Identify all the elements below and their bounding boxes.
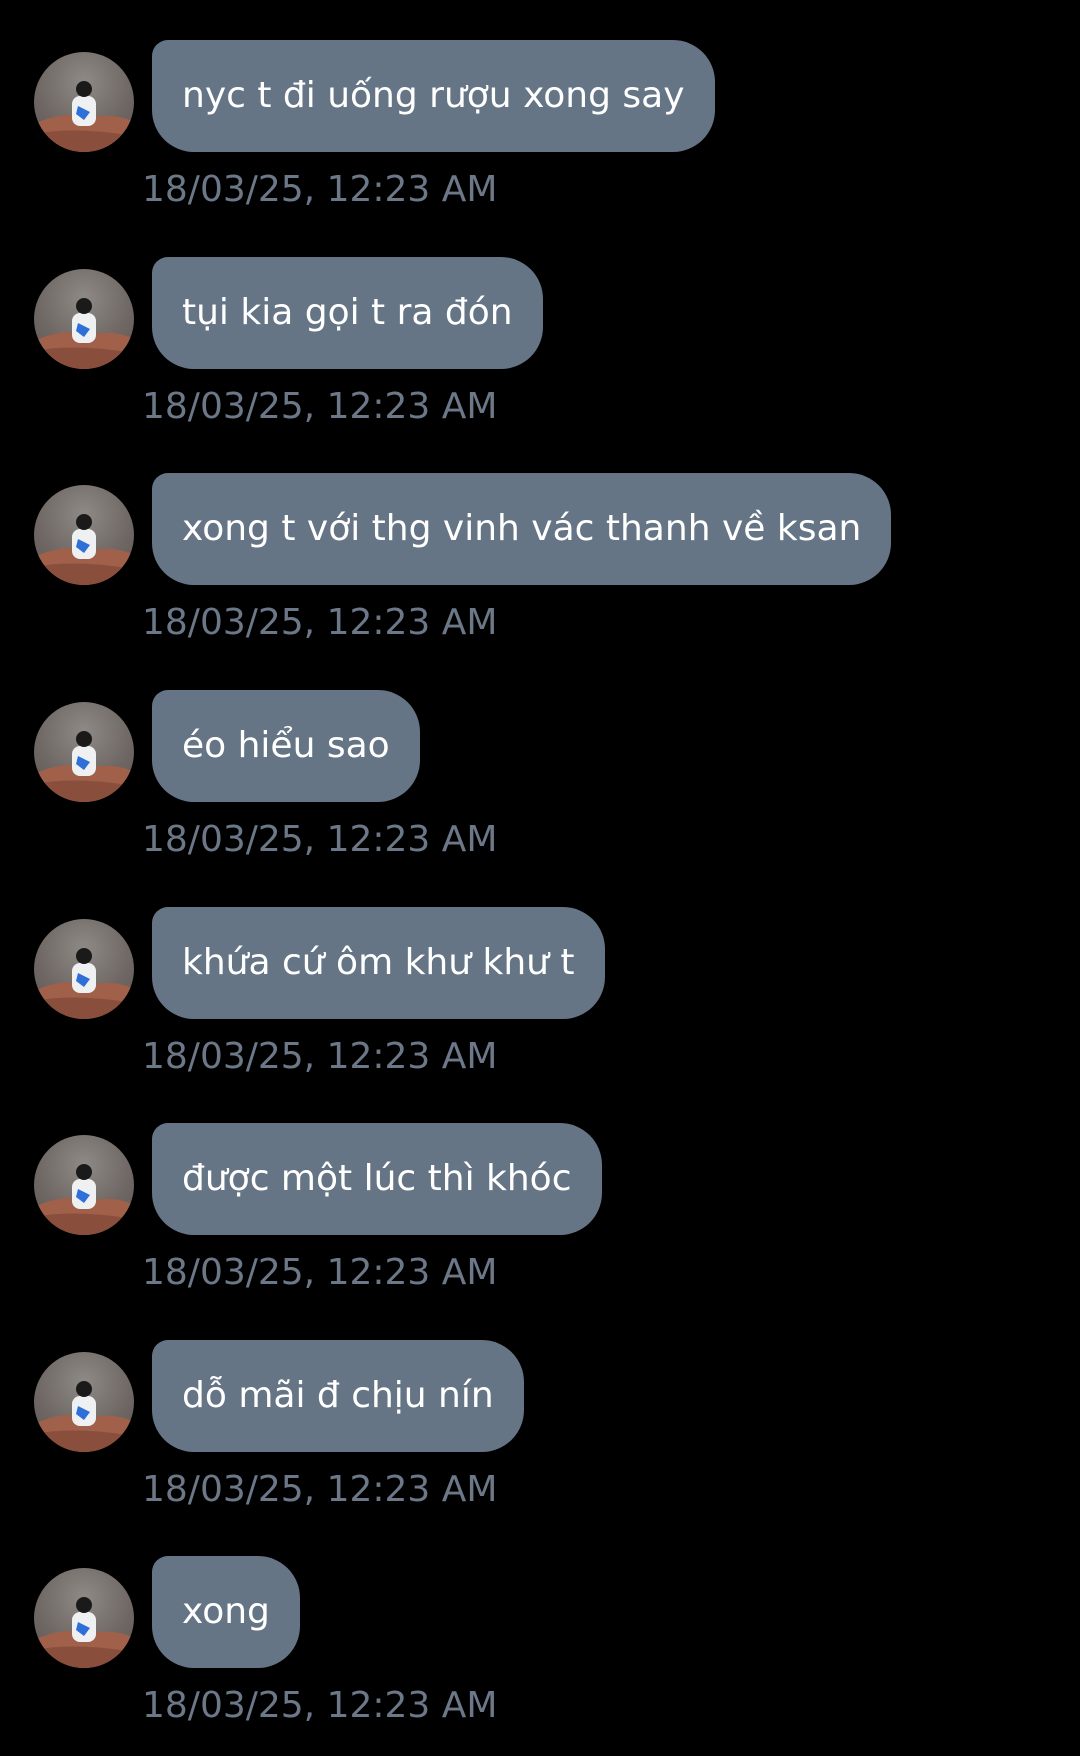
message-bubble[interactable]: dỗ mãi đ chịu nín — [152, 1340, 524, 1452]
user-avatar-icon — [34, 731, 134, 802]
avatar[interactable] — [34, 1135, 134, 1235]
message-timestamp: 18/03/25, 12:23 AM — [142, 819, 498, 860]
message-row: tụi kia gọi t ra đón 18/03/25, 12:23 AM — [0, 257, 1080, 457]
avatar[interactable] — [34, 485, 134, 585]
message-bubble[interactable]: éo hiểu sao — [152, 690, 420, 802]
message-timestamp: 18/03/25, 12:23 AM — [142, 169, 498, 210]
avatar[interactable] — [34, 702, 134, 802]
user-avatar-icon — [34, 1164, 134, 1235]
avatar[interactable] — [34, 269, 134, 369]
user-avatar-icon — [34, 948, 134, 1019]
message-timestamp: 18/03/25, 12:23 AM — [142, 1252, 498, 1293]
message-row: khứa cứ ôm khư khư t 18/03/25, 12:23 AM — [0, 907, 1080, 1107]
message-row: xong 18/03/25, 12:23 AM — [0, 1556, 1080, 1756]
message-timestamp: 18/03/25, 12:23 AM — [142, 1469, 498, 1510]
message-row: nyc t đi uống rượu xong say 18/03/25, 12… — [0, 40, 1080, 240]
avatar[interactable] — [34, 919, 134, 1019]
user-avatar-icon — [34, 1381, 134, 1452]
message-timestamp: 18/03/25, 12:23 AM — [142, 386, 498, 427]
avatar[interactable] — [34, 1568, 134, 1668]
message-row: dỗ mãi đ chịu nín 18/03/25, 12:23 AM — [0, 1340, 1080, 1540]
message-row: được một lúc thì khóc 18/03/25, 12:23 AM — [0, 1123, 1080, 1323]
message-bubble[interactable]: xong — [152, 1556, 300, 1668]
chat-message-list[interactable]: nyc t đi uống rượu xong say 18/03/25, 12… — [0, 0, 1080, 1750]
message-bubble[interactable]: khứa cứ ôm khư khư t — [152, 907, 605, 1019]
avatar[interactable] — [34, 52, 134, 152]
message-row: éo hiểu sao 18/03/25, 12:23 AM — [0, 690, 1080, 890]
avatar[interactable] — [34, 1352, 134, 1452]
user-avatar-icon — [34, 81, 134, 152]
message-bubble[interactable]: nyc t đi uống rượu xong say — [152, 40, 715, 152]
user-avatar-icon — [34, 1597, 134, 1668]
user-avatar-icon — [34, 298, 134, 369]
message-timestamp: 18/03/25, 12:23 AM — [142, 602, 498, 643]
message-bubble[interactable]: xong t với thg vinh vác thanh về ksan — [152, 473, 892, 585]
message-bubble[interactable]: tụi kia gọi t ra đón — [152, 257, 543, 369]
message-timestamp: 18/03/25, 12:23 AM — [142, 1685, 498, 1726]
message-bubble[interactable]: được một lúc thì khóc — [152, 1123, 602, 1235]
user-avatar-icon — [34, 514, 134, 585]
message-row: xong t với thg vinh vác thanh về ksan 18… — [0, 473, 1080, 673]
message-timestamp: 18/03/25, 12:23 AM — [142, 1036, 498, 1077]
